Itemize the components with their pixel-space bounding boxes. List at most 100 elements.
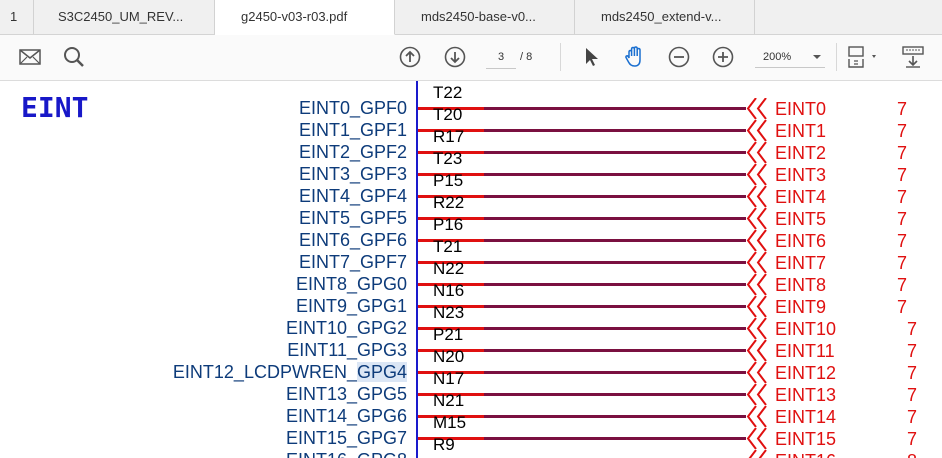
mail-icon[interactable]: [18, 45, 42, 69]
pin-number: P15: [433, 171, 464, 190]
port-label: EINT12: [775, 363, 837, 383]
wire: [484, 437, 746, 440]
pin-number: T20: [433, 105, 463, 124]
off-page-connector-icon: [746, 449, 770, 458]
pin-number: M15: [433, 413, 467, 432]
page-reference[interactable]: 7: [907, 319, 917, 339]
net-name-text: EINT7_GPF7: [298, 252, 407, 272]
port-label: EINT6: [775, 231, 827, 251]
toolbar-divider: [560, 43, 561, 71]
page-layout-icon[interactable]: [846, 45, 880, 69]
schematic-row: EINT15_GPG7 M15 EINT15 7: [0, 414, 942, 450]
schematic-row: EINT0_GPF0 T22 EINT0 7: [0, 84, 942, 120]
pin-number: P16: [433, 215, 464, 234]
net-name: EINT3_GPF3: [299, 164, 407, 184]
net-name: EINT8_GPG0: [296, 274, 407, 294]
chevron-down-icon: [813, 55, 821, 59]
tab-mds2450-extend[interactable]: mds2450_extend-v...: [575, 0, 755, 34]
port-label: EINT0: [775, 99, 827, 119]
schematic-row: EINT9_GPG1 N16 EINT9 7: [0, 282, 942, 318]
tab-g2450-pdf[interactable]: g2450-v03-r03.pdf: [215, 0, 395, 35]
page-number-input[interactable]: 3: [486, 46, 516, 69]
page-reference[interactable]: 7: [897, 121, 907, 141]
page-reference[interactable]: 7: [907, 341, 917, 361]
schematic-row: EINT6_GPF6 P16 EINT6 7: [0, 216, 942, 252]
page-reference[interactable]: 7: [897, 275, 907, 295]
zoom-value: 200%: [763, 51, 792, 63]
wire: [484, 349, 746, 352]
pin-number: T21: [433, 237, 463, 256]
pdf-page-view[interactable]: EINT EINT0_GPF0 T22 EINT0 7 EINT1_GPF1 T20 EIN…: [0, 81, 942, 458]
wire: [484, 107, 746, 110]
schematic-row: EINT5_GPF5 R22 EINT5 7: [0, 194, 942, 230]
port-label: EINT10: [775, 319, 837, 339]
port-label: EINT15: [775, 429, 837, 449]
pin-number: N21: [433, 391, 465, 410]
pin-number: N16: [433, 281, 465, 300]
hand-icon[interactable]: [623, 45, 647, 69]
page-reference[interactable]: 7: [907, 385, 917, 405]
page-reference[interactable]: 7: [907, 429, 917, 449]
net-name: EINT15_GPG7: [286, 428, 407, 448]
port-label: EINT14: [775, 407, 837, 427]
net-name-text: EINT9_GPG1: [295, 296, 407, 316]
wire: [484, 415, 746, 418]
pin-number: N22: [433, 259, 465, 278]
net-name-text: EINT10_GPG2: [285, 318, 407, 338]
port-label: EINT9: [775, 297, 827, 317]
page-reference[interactable]: 7: [907, 407, 917, 427]
page-reference[interactable]: 7: [897, 253, 907, 273]
net-name: EINT6_GPF6: [299, 230, 407, 250]
tab-1[interactable]: 1: [0, 0, 34, 34]
pointer-icon[interactable]: [580, 45, 604, 69]
arrow-down-icon[interactable]: [443, 45, 467, 69]
page-reference[interactable]: 7: [897, 143, 907, 163]
zoom-out-icon[interactable]: [667, 45, 691, 69]
toolbar-divider: [836, 43, 837, 71]
net-name-text: EINT12_LCDPWREN_: [172, 362, 357, 382]
pin-number: N17: [433, 369, 465, 388]
zoom-in-icon[interactable]: [711, 45, 735, 69]
net-name: EINT10_GPG2: [286, 318, 407, 338]
tab-s3c2450-um[interactable]: S3C2450_UM_REV...: [34, 0, 215, 34]
wire: [484, 173, 746, 176]
pin-number: N20: [433, 347, 465, 366]
page-reference[interactable]: 7: [897, 187, 907, 207]
net-name-text: EINT6_GPF6: [298, 230, 407, 250]
page-reference[interactable]: 7: [897, 99, 907, 119]
net-name: EINT11_GPG3: [287, 340, 407, 360]
page-reference[interactable]: 7: [897, 297, 907, 317]
port-label: EINT11: [775, 341, 835, 361]
download-icon[interactable]: [901, 45, 925, 69]
schematic-row: EINT4_GPF4 P15 EINT4 7: [0, 172, 942, 208]
page-reference[interactable]: 7: [907, 363, 917, 383]
schematic-row: EINT13_GPG5 N17 EINT13 7: [0, 370, 942, 406]
tab-mds2450-base[interactable]: mds2450-base-v0...: [395, 0, 575, 34]
net-name-text: EINT2_GPF2: [298, 142, 407, 162]
net-name: EINT1_GPF1: [299, 120, 407, 140]
page-total: / 8: [520, 51, 533, 63]
zoom-select[interactable]: 200%: [755, 46, 825, 68]
net-name: EINT5_GPF5: [299, 208, 407, 228]
net-name: EINT12_LCDPWREN_GPG4: [173, 362, 407, 382]
wire: [484, 305, 746, 308]
net-name-text: EINT16_GPG8: [286, 450, 407, 458]
pdf-toolbar: 3 / 8 200%: [0, 35, 942, 81]
port-label: EINT3: [775, 165, 827, 185]
wire: [484, 217, 746, 220]
schematic-row: EINT8_GPG0 N22 EINT8 7: [0, 260, 942, 296]
net-name-highlight: GPG4: [356, 362, 407, 382]
page-reference[interactable]: 7: [897, 165, 907, 185]
net-name: EINT4_GPF4: [299, 186, 407, 206]
search-icon[interactable]: [62, 45, 86, 69]
page-reference[interactable]: 7: [897, 209, 907, 229]
pin-number: R9: [433, 435, 455, 454]
arrow-up-icon[interactable]: [398, 45, 422, 69]
port-label: EINT4: [775, 187, 827, 207]
page-reference[interactable]: 7: [897, 231, 907, 251]
page-reference[interactable]: 8: [907, 451, 917, 458]
net-name: EINT0_GPF0: [299, 98, 407, 118]
net-name-text: EINT15_GPG7: [285, 428, 407, 448]
schematic-row: EINT2_GPF2 R17 EINT2 7: [0, 128, 942, 164]
wire: [484, 371, 746, 374]
